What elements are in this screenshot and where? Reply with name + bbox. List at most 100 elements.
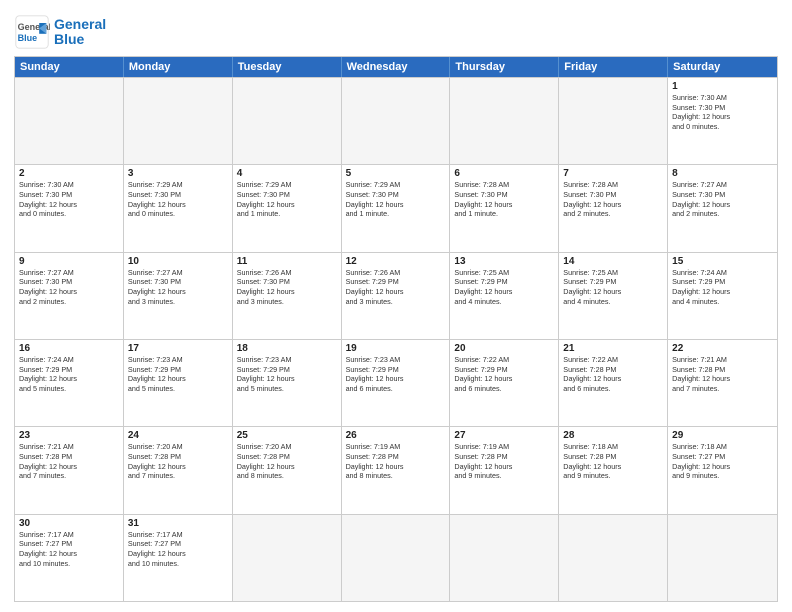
day-info: Sunrise: 7:30 AM Sunset: 7:30 PM Dayligh… — [19, 180, 119, 219]
day-cell-29: 29Sunrise: 7:18 AM Sunset: 7:27 PM Dayli… — [668, 427, 777, 513]
day-info: Sunrise: 7:22 AM Sunset: 7:28 PM Dayligh… — [563, 355, 663, 394]
col-header-tuesday: Tuesday — [233, 57, 342, 77]
day-info: Sunrise: 7:29 AM Sunset: 7:30 PM Dayligh… — [128, 180, 228, 219]
day-cell-16: 16Sunrise: 7:24 AM Sunset: 7:29 PM Dayli… — [15, 340, 124, 426]
day-info: Sunrise: 7:17 AM Sunset: 7:27 PM Dayligh… — [19, 530, 119, 569]
day-info: Sunrise: 7:25 AM Sunset: 7:29 PM Dayligh… — [563, 268, 663, 307]
day-number: 18 — [237, 343, 337, 354]
day-info: Sunrise: 7:24 AM Sunset: 7:29 PM Dayligh… — [19, 355, 119, 394]
day-number: 26 — [346, 430, 446, 441]
day-info: Sunrise: 7:23 AM Sunset: 7:29 PM Dayligh… — [346, 355, 446, 394]
day-number: 6 — [454, 168, 554, 179]
day-number: 22 — [672, 343, 773, 354]
day-cell-12: 12Sunrise: 7:26 AM Sunset: 7:29 PM Dayli… — [342, 253, 451, 339]
logo-blue: Blue — [54, 31, 84, 47]
day-cell-23: 23Sunrise: 7:21 AM Sunset: 7:28 PM Dayli… — [15, 427, 124, 513]
header: General Blue General Blue — [14, 10, 778, 50]
day-info: Sunrise: 7:18 AM Sunset: 7:27 PM Dayligh… — [672, 442, 773, 481]
day-info: Sunrise: 7:23 AM Sunset: 7:29 PM Dayligh… — [237, 355, 337, 394]
empty-cell-0-1 — [124, 78, 233, 164]
empty-cell-0-0 — [15, 78, 124, 164]
empty-cell-5-5 — [559, 515, 668, 601]
day-number: 17 — [128, 343, 228, 354]
day-cell-24: 24Sunrise: 7:20 AM Sunset: 7:28 PM Dayli… — [124, 427, 233, 513]
day-info: Sunrise: 7:18 AM Sunset: 7:28 PM Dayligh… — [563, 442, 663, 481]
calendar-body: 1Sunrise: 7:30 AM Sunset: 7:30 PM Daylig… — [15, 77, 777, 601]
day-info: Sunrise: 7:28 AM Sunset: 7:30 PM Dayligh… — [563, 180, 663, 219]
day-number: 21 — [563, 343, 663, 354]
day-cell-26: 26Sunrise: 7:19 AM Sunset: 7:28 PM Dayli… — [342, 427, 451, 513]
day-cell-2: 2Sunrise: 7:30 AM Sunset: 7:30 PM Daylig… — [15, 165, 124, 251]
col-header-thursday: Thursday — [450, 57, 559, 77]
day-info: Sunrise: 7:28 AM Sunset: 7:30 PM Dayligh… — [454, 180, 554, 219]
day-cell-21: 21Sunrise: 7:22 AM Sunset: 7:28 PM Dayli… — [559, 340, 668, 426]
logo-icon: General Blue — [14, 14, 50, 50]
day-info: Sunrise: 7:30 AM Sunset: 7:30 PM Dayligh… — [672, 93, 773, 132]
day-info: Sunrise: 7:19 AM Sunset: 7:28 PM Dayligh… — [346, 442, 446, 481]
day-number: 12 — [346, 256, 446, 267]
day-cell-5: 5Sunrise: 7:29 AM Sunset: 7:30 PM Daylig… — [342, 165, 451, 251]
day-info: Sunrise: 7:24 AM Sunset: 7:29 PM Dayligh… — [672, 268, 773, 307]
empty-cell-0-5 — [559, 78, 668, 164]
day-info: Sunrise: 7:26 AM Sunset: 7:29 PM Dayligh… — [346, 268, 446, 307]
day-number: 2 — [19, 168, 119, 179]
day-number: 25 — [237, 430, 337, 441]
calendar-header: SundayMondayTuesdayWednesdayThursdayFrid… — [15, 57, 777, 77]
day-cell-31: 31Sunrise: 7:17 AM Sunset: 7:27 PM Dayli… — [124, 515, 233, 601]
day-cell-28: 28Sunrise: 7:18 AM Sunset: 7:28 PM Dayli… — [559, 427, 668, 513]
day-cell-18: 18Sunrise: 7:23 AM Sunset: 7:29 PM Dayli… — [233, 340, 342, 426]
cal-row-5: 30Sunrise: 7:17 AM Sunset: 7:27 PM Dayli… — [15, 514, 777, 601]
day-number: 19 — [346, 343, 446, 354]
day-info: Sunrise: 7:21 AM Sunset: 7:28 PM Dayligh… — [19, 442, 119, 481]
day-info: Sunrise: 7:29 AM Sunset: 7:30 PM Dayligh… — [346, 180, 446, 219]
day-number: 5 — [346, 168, 446, 179]
day-number: 8 — [672, 168, 773, 179]
day-number: 20 — [454, 343, 554, 354]
day-info: Sunrise: 7:19 AM Sunset: 7:28 PM Dayligh… — [454, 442, 554, 481]
col-header-sunday: Sunday — [15, 57, 124, 77]
empty-cell-5-2 — [233, 515, 342, 601]
day-number: 15 — [672, 256, 773, 267]
day-cell-11: 11Sunrise: 7:26 AM Sunset: 7:30 PM Dayli… — [233, 253, 342, 339]
day-cell-6: 6Sunrise: 7:28 AM Sunset: 7:30 PM Daylig… — [450, 165, 559, 251]
day-number: 24 — [128, 430, 228, 441]
col-header-saturday: Saturday — [668, 57, 777, 77]
cal-row-4: 23Sunrise: 7:21 AM Sunset: 7:28 PM Dayli… — [15, 426, 777, 513]
day-number: 3 — [128, 168, 228, 179]
logo: General Blue General Blue — [14, 14, 106, 50]
day-info: Sunrise: 7:17 AM Sunset: 7:27 PM Dayligh… — [128, 530, 228, 569]
empty-cell-0-4 — [450, 78, 559, 164]
day-info: Sunrise: 7:22 AM Sunset: 7:29 PM Dayligh… — [454, 355, 554, 394]
empty-cell-0-2 — [233, 78, 342, 164]
day-number: 10 — [128, 256, 228, 267]
day-info: Sunrise: 7:29 AM Sunset: 7:30 PM Dayligh… — [237, 180, 337, 219]
day-number: 13 — [454, 256, 554, 267]
day-cell-1: 1Sunrise: 7:30 AM Sunset: 7:30 PM Daylig… — [668, 78, 777, 164]
day-cell-9: 9Sunrise: 7:27 AM Sunset: 7:30 PM Daylig… — [15, 253, 124, 339]
page: General Blue General Blue SundayMondayTu… — [0, 0, 792, 612]
cal-row-3: 16Sunrise: 7:24 AM Sunset: 7:29 PM Dayli… — [15, 339, 777, 426]
col-header-friday: Friday — [559, 57, 668, 77]
day-number: 9 — [19, 256, 119, 267]
day-cell-22: 22Sunrise: 7:21 AM Sunset: 7:28 PM Dayli… — [668, 340, 777, 426]
day-info: Sunrise: 7:20 AM Sunset: 7:28 PM Dayligh… — [128, 442, 228, 481]
empty-cell-5-3 — [342, 515, 451, 601]
col-header-monday: Monday — [124, 57, 233, 77]
cal-row-0: 1Sunrise: 7:30 AM Sunset: 7:30 PM Daylig… — [15, 77, 777, 164]
day-number: 23 — [19, 430, 119, 441]
day-number: 1 — [672, 81, 773, 92]
day-cell-14: 14Sunrise: 7:25 AM Sunset: 7:29 PM Dayli… — [559, 253, 668, 339]
day-info: Sunrise: 7:21 AM Sunset: 7:28 PM Dayligh… — [672, 355, 773, 394]
logo-general: General — [54, 16, 106, 32]
day-info: Sunrise: 7:25 AM Sunset: 7:29 PM Dayligh… — [454, 268, 554, 307]
day-cell-30: 30Sunrise: 7:17 AM Sunset: 7:27 PM Dayli… — [15, 515, 124, 601]
day-cell-17: 17Sunrise: 7:23 AM Sunset: 7:29 PM Dayli… — [124, 340, 233, 426]
day-number: 7 — [563, 168, 663, 179]
cal-row-1: 2Sunrise: 7:30 AM Sunset: 7:30 PM Daylig… — [15, 164, 777, 251]
cal-row-2: 9 Sunrise: 7:27 AM Sunset: 7:30 PM Daylig… — [15, 252, 777, 339]
day-number: 29 — [672, 430, 773, 441]
day-number: 31 — [128, 518, 228, 529]
day-cell-8: 8Sunrise: 7:27 AM Sunset: 7:30 PM Daylig… — [668, 165, 777, 251]
day-cell-7: 7Sunrise: 7:28 AM Sunset: 7:30 PM Daylig… — [559, 165, 668, 251]
day-info: Sunrise: 7:27 AM Sunset: 7:30 PM Dayligh… — [128, 268, 228, 307]
